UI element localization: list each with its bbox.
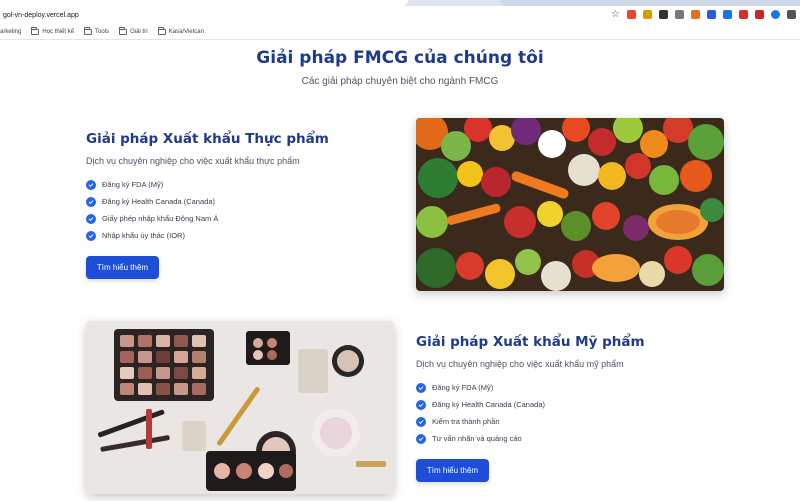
camera-icon[interactable]	[675, 10, 684, 19]
page-content: Giải pháp FMCG của chúng tôi Các giải ph…	[0, 40, 800, 500]
shield-icon[interactable]	[707, 10, 716, 19]
list-item: Đăng ký Health Canada (Canada)	[416, 396, 545, 413]
cosmetics-section-title: Giải pháp Xuất khẩu Mỹ phẩm	[416, 334, 645, 350]
list-item: Tư vấn nhãn và quảng cáo	[416, 430, 545, 447]
list-item: Đăng ký FDA (Mỹ)	[416, 379, 545, 396]
bookmarks-bar: arketing Học thiết kế Tools Giải trí Kas…	[0, 24, 800, 40]
folder-icon	[157, 26, 166, 35]
folder-icon	[84, 26, 93, 35]
cosmetics-feature-list: Đăng ký FDA (Mỹ) Đăng ký Health Canada (…	[416, 379, 545, 447]
folder-icon	[119, 26, 128, 35]
folder-icon	[31, 26, 40, 35]
page-subtitle: Các giải pháp chuyên biệt cho ngành FMCG	[301, 76, 499, 87]
extension-icon[interactable]	[659, 10, 668, 19]
list-item: Kiểm tra thành phần	[416, 413, 545, 430]
vegetables-image	[416, 118, 724, 291]
bookmark-star-icon[interactable]: ☆	[611, 10, 620, 20]
food-section-title: Giải pháp Xuất khẩu Thực phẩm	[86, 131, 329, 147]
food-learn-more-button[interactable]: Tìm hiểu thêm	[86, 256, 159, 279]
bookmark-item[interactable]: arketing	[0, 29, 21, 35]
check-icon	[86, 213, 96, 224]
cosmetics-section-description: Dịch vụ chuyên nghiệp cho việc xuất khẩu…	[416, 359, 624, 369]
list-item: Nhập khẩu ủy thác (IOR)	[86, 227, 218, 244]
extension-icon[interactable]	[691, 10, 700, 19]
page-title: Giải pháp FMCG của chúng tôi	[256, 48, 544, 68]
bookmark-folder[interactable]: Kasa/Vietcan	[157, 26, 204, 35]
url-text[interactable]: gol-vn-deploy.vercel.app	[0, 12, 79, 19]
cosmetics-learn-more-button[interactable]: Tìm hiểu thêm	[416, 459, 489, 482]
bookmark-folder[interactable]: Tools	[84, 26, 109, 35]
food-feature-list: Đăng ký FDA (Mỹ) Đăng ký Health Canada (…	[86, 176, 218, 244]
check-icon	[416, 416, 426, 427]
check-icon	[416, 382, 426, 393]
cosmetics-image	[86, 321, 394, 494]
puzzle-icon[interactable]	[787, 10, 796, 19]
list-item: Giấy phép nhập khẩu Đông Nam Á	[86, 210, 218, 227]
check-icon	[416, 399, 426, 410]
check-icon	[416, 433, 426, 444]
check-icon	[86, 196, 96, 207]
gear-icon[interactable]	[771, 10, 780, 19]
extension-icon[interactable]	[627, 10, 636, 19]
check-icon	[86, 179, 96, 190]
bookmark-folder[interactable]: Giải trí	[119, 26, 148, 35]
address-bar[interactable]: gol-vn-deploy.vercel.app ☆	[0, 6, 800, 24]
extension-icon[interactable]	[643, 10, 652, 19]
list-item: Đăng ký FDA (Mỹ)	[86, 176, 218, 193]
check-icon	[86, 230, 96, 241]
bookmark-folder[interactable]: Học thiết kế	[31, 26, 74, 35]
food-section-description: Dịch vụ chuyên nghiệp cho việc xuất khẩu…	[86, 156, 300, 166]
extension-toolbar: ☆	[611, 10, 796, 20]
list-item: Đăng ký Health Canada (Canada)	[86, 193, 218, 210]
extension-icon[interactable]	[755, 10, 764, 19]
extension-icon[interactable]	[739, 10, 748, 19]
extension-icon[interactable]	[723, 10, 732, 19]
